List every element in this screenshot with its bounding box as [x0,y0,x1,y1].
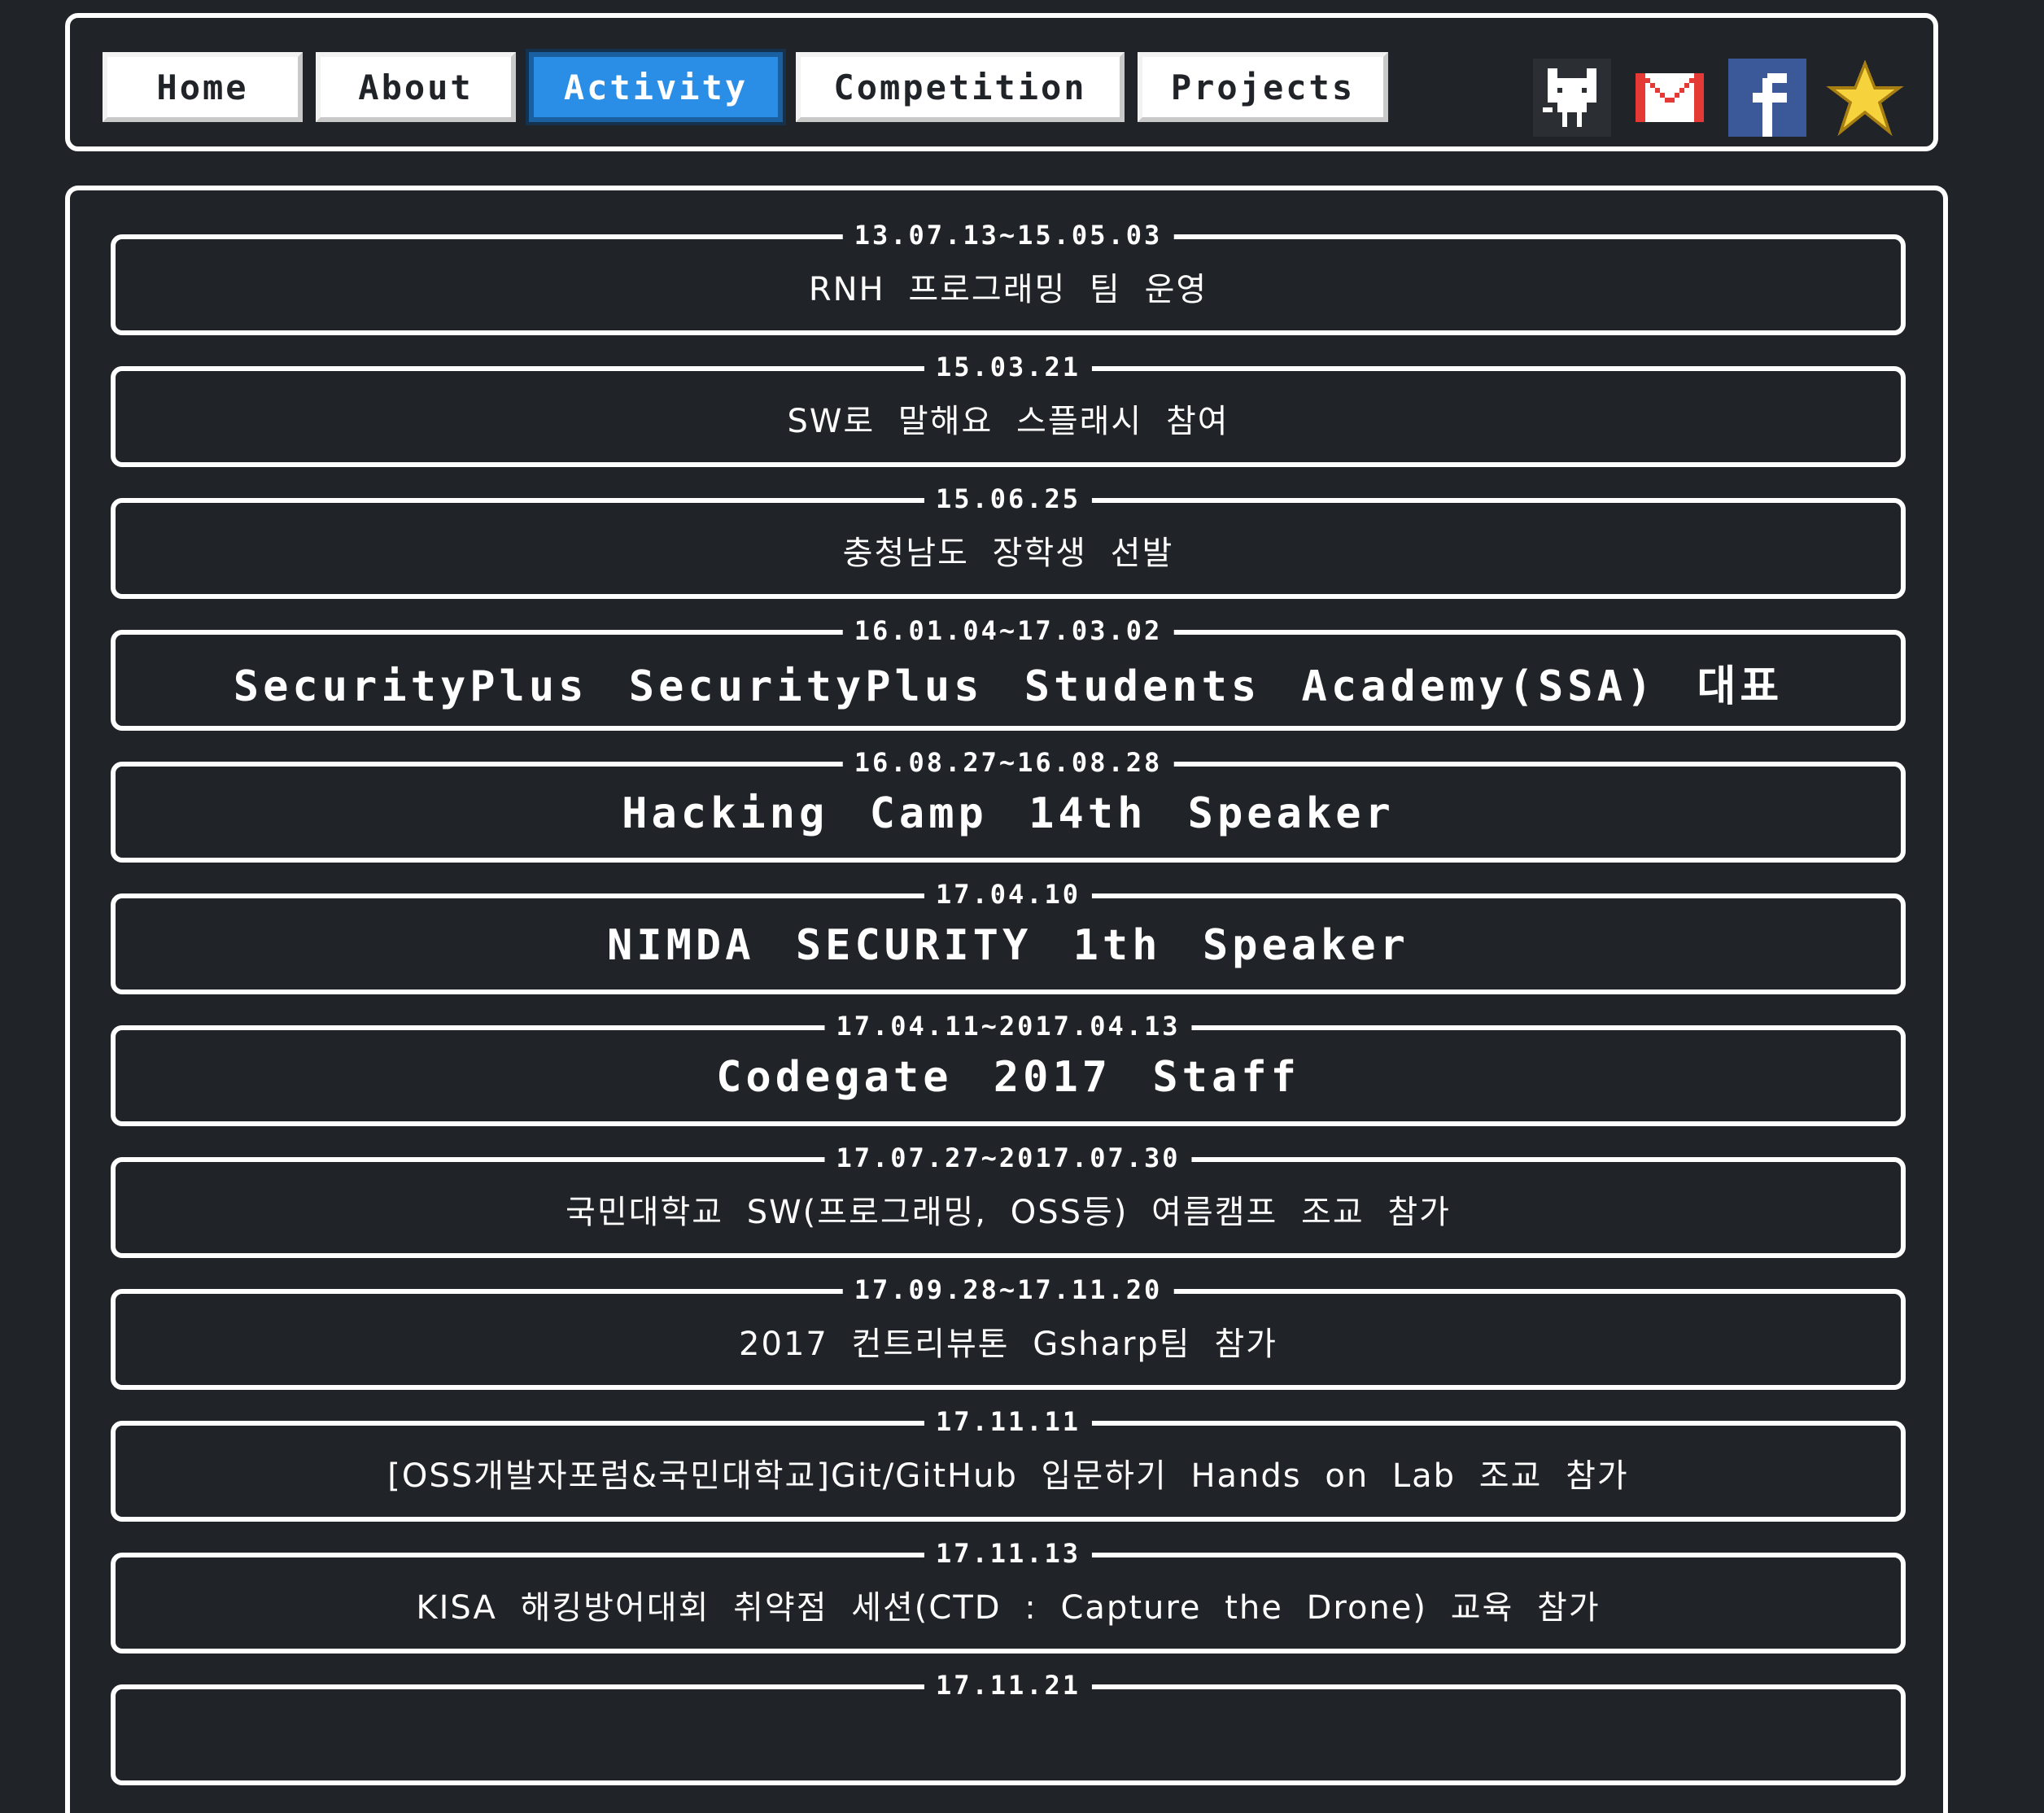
nav-activity-button[interactable]: Activity [526,49,786,125]
activity-item: Hacking Camp 14th Speaker 16.08.27~16.08… [111,745,1906,877]
nav-about-button[interactable]: About [316,52,516,122]
activity-item: 17.11.21 [111,1668,1906,1800]
nav-home-button[interactable]: Home [103,52,303,122]
gmail-icon[interactable] [1631,59,1709,137]
activity-title: SecurityPlus SecurityPlus Students Acade… [233,662,1784,711]
activity-item: 충청남도 장학생 선발 15.06.25 [111,482,1906,614]
facebook-icon[interactable] [1728,59,1806,137]
activity-date: 15.06.25 [924,482,1093,516]
activity-title: [OSS개발자포럼&국민대학교]Git/GitHub 입문하기 Hands on… [387,1457,1629,1495]
activity-title: RNH 프로그래밍 팀 운영 [808,271,1208,308]
nav-projects-button[interactable]: Projects [1138,52,1388,122]
nav-bar: Home About Activity Competition Projects [65,13,1938,151]
activity-title: Hacking Camp 14th Speaker [622,789,1395,838]
activity-title: NIMDA SECURITY 1th Speaker [607,921,1409,970]
nav-competition-button[interactable]: Competition [796,52,1125,122]
activity-date: 16.01.04~17.03.02 [842,614,1174,648]
activity-title: Codegate 2017 Staff [716,1053,1300,1102]
activity-date: 17.11.21 [924,1668,1093,1702]
star-icon[interactable] [1826,59,1904,137]
activity-item: 2017 컨트리뷰톤 Gsharp팀 참가 17.09.28~17.11.20 [111,1273,1906,1405]
activity-list: RNH 프로그래밍 팀 운영 13.07.13~15.05.03 SW로 말해요… [111,218,1906,1800]
activity-date: 13.07.13~15.05.03 [842,218,1174,252]
activity-item: Codegate 2017 Staff 17.04.11~2017.04.13 [111,1009,1906,1141]
activity-item: SecurityPlus SecurityPlus Students Acade… [111,614,1906,745]
activity-item: RNH 프로그래밍 팀 운영 13.07.13~15.05.03 [111,218,1906,350]
activity-date: 17.11.13 [924,1536,1093,1571]
activity-panel: RNH 프로그래밍 팀 운영 13.07.13~15.05.03 SW로 말해요… [65,186,1948,1813]
activity-item: SW로 말해요 스플래시 참여 15.03.21 [111,350,1906,482]
activity-date: 17.04.10 [924,877,1093,911]
activity-title: KISA 해킹방어대회 취약점 세션(CTD : Capture the Dro… [416,1589,1601,1627]
activity-date: 16.08.27~16.08.28 [842,745,1174,780]
activity-title: 2017 컨트리뷰톤 Gsharp팀 참가 [739,1326,1278,1363]
social-links [1533,59,1904,137]
activity-item: NIMDA SECURITY 1th Speaker 17.04.10 [111,877,1906,1009]
activity-title: 충청남도 장학생 선발 [842,535,1174,572]
github-icon[interactable] [1533,59,1611,137]
activity-date: 17.11.11 [924,1405,1093,1439]
activity-date: 17.07.27~2017.07.30 [824,1141,1192,1175]
activity-title: SW로 말해요 스플래시 참여 [787,403,1229,440]
activity-date: 17.09.28~17.11.20 [842,1273,1174,1307]
activity-title: 국민대학교 SW(프로그래밍, OSS등) 여름캠프 조교 참가 [566,1194,1451,1231]
activity-item: [OSS개발자포럼&국민대학교]Git/GitHub 입문하기 Hands on… [111,1405,1906,1536]
activity-date: 15.03.21 [924,350,1093,384]
activity-item: KISA 해킹방어대회 취약점 세션(CTD : Capture the Dro… [111,1536,1906,1668]
activity-date: 17.04.11~2017.04.13 [824,1009,1192,1043]
nav-menu: Home About Activity Competition Projects [103,49,1388,125]
activity-item: 국민대학교 SW(프로그래밍, OSS등) 여름캠프 조교 참가 17.07.2… [111,1141,1906,1273]
